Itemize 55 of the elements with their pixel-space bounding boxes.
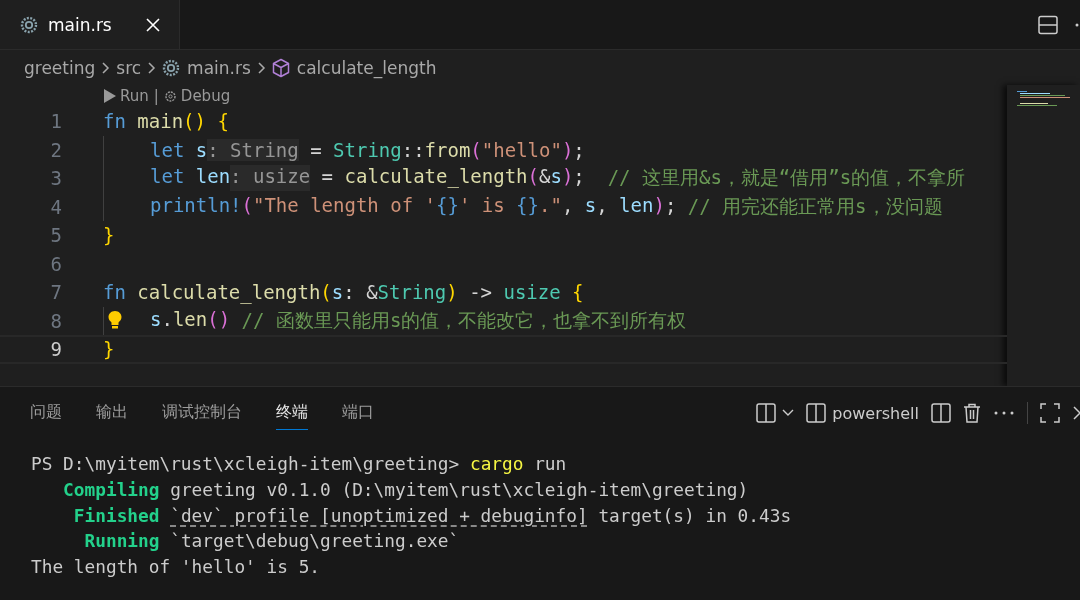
code-line: fn main() { [103, 110, 229, 133]
panel-tab[interactable]: 问题 [30, 396, 62, 430]
close-icon[interactable] [1072, 405, 1080, 421]
terminal-line: Finished `dev` profile [unoptimized + debuginfo] target(s) in 0.43s [72, 503, 793, 528]
line-number: 9 [49, 338, 63, 361]
breadcrumb-item[interactable]: greeting [24, 57, 96, 78]
code-line: let s: String = String::from("hello"); [150, 138, 585, 161]
cube-icon [271, 57, 290, 78]
lightbulb-icon[interactable] [107, 309, 123, 330]
code-line: let len: usize = calculate_length(&s); // 这里用&s，就是“借用”s的值，不拿所 [150, 165, 966, 192]
editor-tab[interactable]: main.rs [0, 0, 180, 49]
more-icon[interactable] [993, 410, 1015, 416]
line-number: 4 [49, 195, 63, 218]
split-editor-icon[interactable] [1038, 14, 1058, 35]
terminal-line: PS D:\myitem\rust\xcleigh-item\greeting> cargo run [31, 452, 568, 477]
line-number: 7 [49, 281, 63, 304]
code-line: fn calculate_length(s: &String) -> usize { [103, 281, 584, 304]
panel-tab[interactable]: 调试控制台 [162, 396, 242, 430]
terminal-line: Compiling greeting v0.1.0 (D:\myitem\rust\xcleigh-item\greeting) [62, 478, 750, 503]
code-line: } [103, 224, 115, 247]
gear-icon [162, 58, 181, 77]
gear-icon [20, 15, 38, 34]
terminal-line: Running `target\debug\greeting.exe` [83, 529, 461, 554]
panel-tab[interactable]: 输出 [96, 396, 128, 430]
code-line: } [103, 338, 115, 361]
terminal-name[interactable]: powershell [832, 403, 919, 423]
code-line: println!("The length of '{}' is {}.", s, len); // 用完还能正常用s，没问题 [150, 193, 943, 219]
code-line: s.len() // 函数里只能用s的值，不能改它，也拿不到所有权 [150, 307, 687, 333]
chevron-icon [147, 60, 157, 75]
minimap-drawing [1017, 91, 1070, 106]
panel-tab[interactable]: 端口 [342, 396, 374, 430]
run-link[interactable]: Run [104, 87, 149, 105]
play-icon [104, 89, 116, 103]
line-number: 3 [49, 167, 63, 190]
debug-link[interactable]: Debug [163, 87, 231, 105]
line-number: 1 [49, 110, 63, 133]
chevron-icon [101, 60, 111, 75]
gear-icon [163, 89, 177, 103]
line-number: 5 [49, 224, 63, 247]
breadcrumb-item[interactable]: calculate_length [296, 57, 437, 78]
split-icon[interactable] [931, 403, 951, 423]
chevron-icon [256, 60, 266, 75]
trash-icon[interactable] [963, 403, 981, 423]
separator-text: | [153, 87, 159, 105]
breadcrumb-item[interactable]: src [116, 57, 142, 78]
maximize-icon[interactable] [1040, 403, 1060, 423]
breadcrumb-item[interactable]: main.rs [187, 57, 251, 78]
panel-tab[interactable]: 终端 [276, 396, 308, 430]
line-number: 6 [49, 252, 63, 275]
line-number: 8 [49, 309, 63, 332]
line-number: 2 [49, 138, 63, 161]
terminal-icon [806, 403, 827, 423]
split-icon[interactable] [756, 403, 777, 423]
chevron-down-icon[interactable] [782, 409, 795, 417]
terminal-line: The length of 'hello' is 5. [31, 555, 322, 580]
